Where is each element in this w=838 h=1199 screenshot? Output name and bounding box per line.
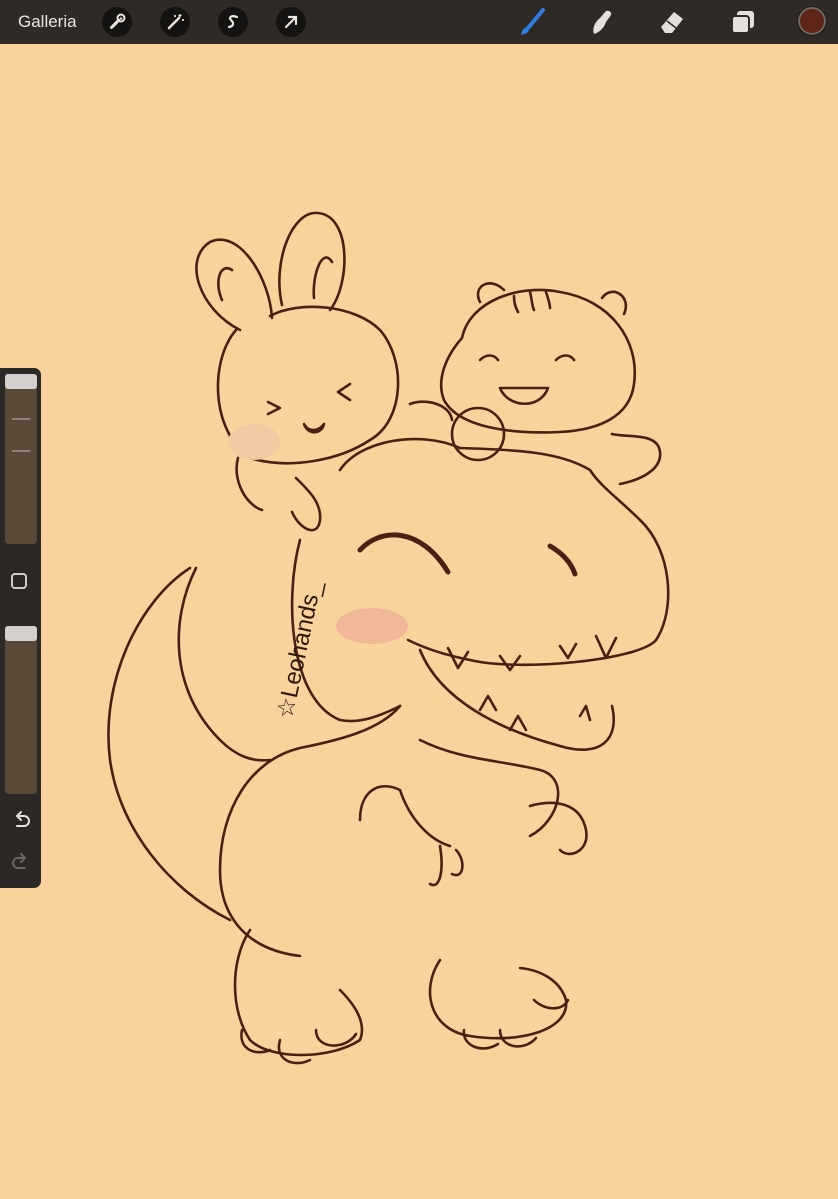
artist-signature: ☆Leohands_ bbox=[271, 578, 327, 721]
gallery-button[interactable]: Galleria bbox=[18, 12, 77, 32]
brush-icon[interactable] bbox=[516, 6, 548, 38]
wrench-icon[interactable] bbox=[102, 7, 132, 37]
left-sidebar bbox=[0, 368, 41, 888]
slider-tick bbox=[12, 418, 30, 420]
smudge-icon[interactable] bbox=[586, 6, 618, 38]
layers-icon[interactable] bbox=[727, 6, 759, 38]
color-swatch[interactable] bbox=[797, 6, 827, 36]
modify-button[interactable] bbox=[11, 573, 27, 589]
selection-s-icon[interactable] bbox=[218, 7, 248, 37]
slider-tick bbox=[12, 450, 30, 452]
undo-icon[interactable] bbox=[9, 808, 33, 832]
eraser-icon[interactable] bbox=[656, 6, 688, 38]
magic-wand-icon[interactable] bbox=[160, 7, 190, 37]
drawing-canvas[interactable]: ☆Leohands_ bbox=[0, 44, 838, 1199]
opacity-thumb[interactable] bbox=[5, 626, 37, 641]
transform-arrow-icon[interactable] bbox=[276, 7, 306, 37]
brush-size-thumb[interactable] bbox=[5, 374, 37, 389]
opacity-slider[interactable] bbox=[5, 626, 37, 794]
dino-cheek bbox=[336, 608, 408, 644]
bunny-cheek bbox=[228, 424, 280, 460]
redo-icon[interactable] bbox=[9, 850, 33, 874]
brush-size-slider[interactable] bbox=[5, 374, 37, 544]
top-toolbar: Galleria bbox=[0, 0, 838, 44]
